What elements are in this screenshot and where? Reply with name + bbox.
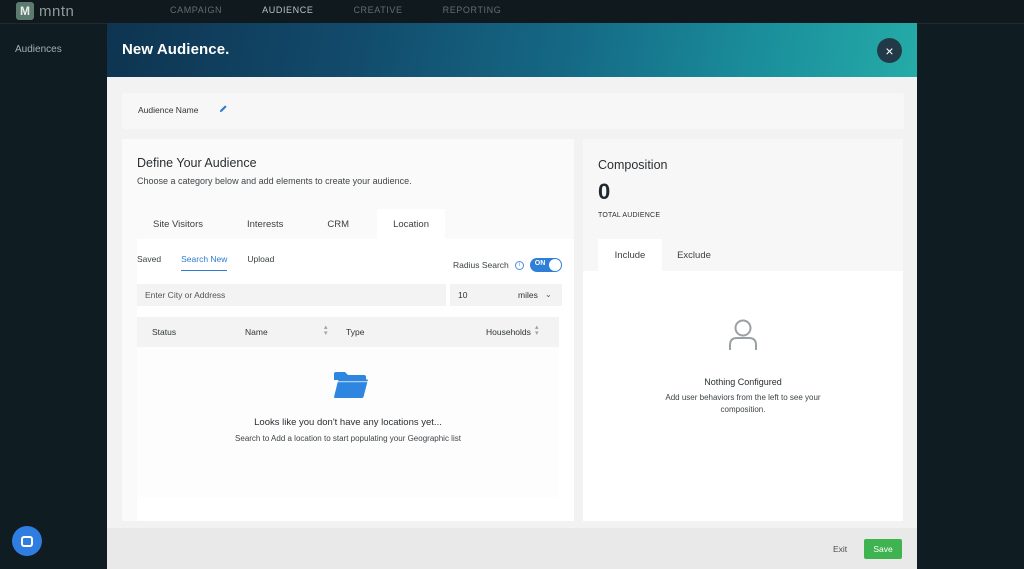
exit-button[interactable]: Exit (833, 544, 847, 554)
user-icon (729, 319, 757, 350)
sub-tab-search-new[interactable]: Search New (181, 254, 228, 271)
radius-unit-select[interactable]: miles (518, 290, 538, 300)
toggle-state-label: ON (534, 260, 546, 267)
total-audience-label: TOTAL AUDIENCE (598, 212, 661, 219)
column-status[interactable]: Status (152, 327, 176, 337)
composition-title: Composition (598, 158, 668, 172)
chat-icon (21, 535, 33, 547)
define-audience-subtitle: Choose a category below and add elements… (137, 176, 412, 186)
toggle-knob (548, 259, 561, 271)
modal-title: New Audience. (122, 41, 230, 58)
total-audience-count: 0 (598, 179, 611, 204)
sidebar-item-audiences[interactable]: Audiences (15, 44, 62, 55)
radius-search-toggle[interactable]: ON (529, 258, 562, 272)
nav-audience[interactable]: AUDIENCE (262, 5, 313, 15)
logo-text: mntn (39, 2, 75, 20)
save-button[interactable]: Save (864, 539, 902, 559)
locations-table-header: Status Name ▴ ▾ Type Households ▴ ▾ (137, 317, 559, 347)
close-button[interactable]: × (877, 38, 902, 63)
column-households[interactable]: Households (486, 327, 531, 337)
mntn-logo[interactable]: M mntn (16, 2, 74, 20)
main-nav: CAMPAIGN AUDIENCE CREATIVE REPORTING (170, 5, 541, 15)
location-tab-content: Saved Search New Upload Radius Search i … (137, 239, 574, 521)
nav-reporting[interactable]: REPORTING (443, 5, 502, 15)
composition-panel: Composition 0 TOTAL AUDIENCE Include Exc… (583, 139, 903, 521)
modal-footer: Exit Save (107, 528, 917, 569)
radius-search-control: Radius Search i ON (453, 258, 562, 272)
define-audience-title: Define Your Audience (137, 156, 257, 170)
tab-interests[interactable]: Interests (231, 209, 299, 239)
radius-search-label: Radius Search (453, 260, 509, 270)
tab-exclude[interactable]: Exclude (662, 239, 726, 271)
audience-name-card: Audience Name (122, 93, 904, 129)
nothing-configured-title: Nothing Configured (704, 377, 782, 387)
column-type[interactable]: Type (346, 327, 364, 337)
radius-distance-input[interactable]: 10 miles ⌄ (450, 284, 562, 306)
empty-locations-title: Looks like you don't have any locations … (254, 417, 442, 428)
audience-name-label[interactable]: Audience Name (138, 105, 198, 115)
nothing-configured-subtitle: Add user behaviors from the left to see … (665, 393, 821, 414)
top-navigation-bar: M mntn CAMPAIGN AUDIENCE CREATIVE REPORT… (0, 0, 1024, 24)
sub-tab-upload[interactable]: Upload (247, 254, 274, 271)
empty-locations-subtitle: Search to Add a location to start popula… (235, 434, 461, 443)
column-name[interactable]: Name (245, 327, 268, 337)
sub-tab-saved[interactable]: Saved (137, 254, 161, 271)
city-address-input[interactable] (137, 284, 446, 306)
tab-location[interactable]: Location (377, 209, 445, 239)
chevron-down-icon[interactable]: ⌄ (545, 290, 552, 299)
tab-crm[interactable]: CRM (311, 209, 365, 239)
info-icon[interactable]: i (514, 260, 524, 270)
nav-creative[interactable]: CREATIVE (353, 5, 402, 15)
include-exclude-tabs: Include Exclude (598, 239, 726, 271)
radius-value: 10 (458, 290, 468, 300)
close-icon: × (885, 42, 894, 59)
nav-campaign[interactable]: CAMPAIGN (170, 5, 222, 15)
chat-support-button[interactable] (12, 526, 42, 556)
sort-name-icon[interactable]: ▴ ▾ (324, 324, 328, 337)
tab-include[interactable]: Include (598, 239, 662, 271)
location-sub-tabs: Saved Search New Upload (137, 254, 294, 271)
category-tabs: Site Visitors Interests CRM Location (137, 209, 445, 239)
sort-households-icon[interactable]: ▴ ▾ (535, 324, 539, 337)
composition-content: Nothing Configured Add user behaviors fr… (583, 271, 903, 521)
define-audience-panel: Define Your Audience Choose a category b… (122, 139, 574, 521)
tab-site-visitors[interactable]: Site Visitors (137, 209, 219, 239)
pencil-edit-icon[interactable] (219, 104, 228, 113)
folder-icon (334, 372, 368, 398)
locations-table-body: Looks like you don't have any locations … (137, 347, 559, 497)
new-audience-modal: New Audience. × Audience Name Define You… (107, 23, 917, 569)
logo-mark-icon: M (16, 2, 34, 20)
modal-header: New Audience. × (107, 23, 917, 77)
